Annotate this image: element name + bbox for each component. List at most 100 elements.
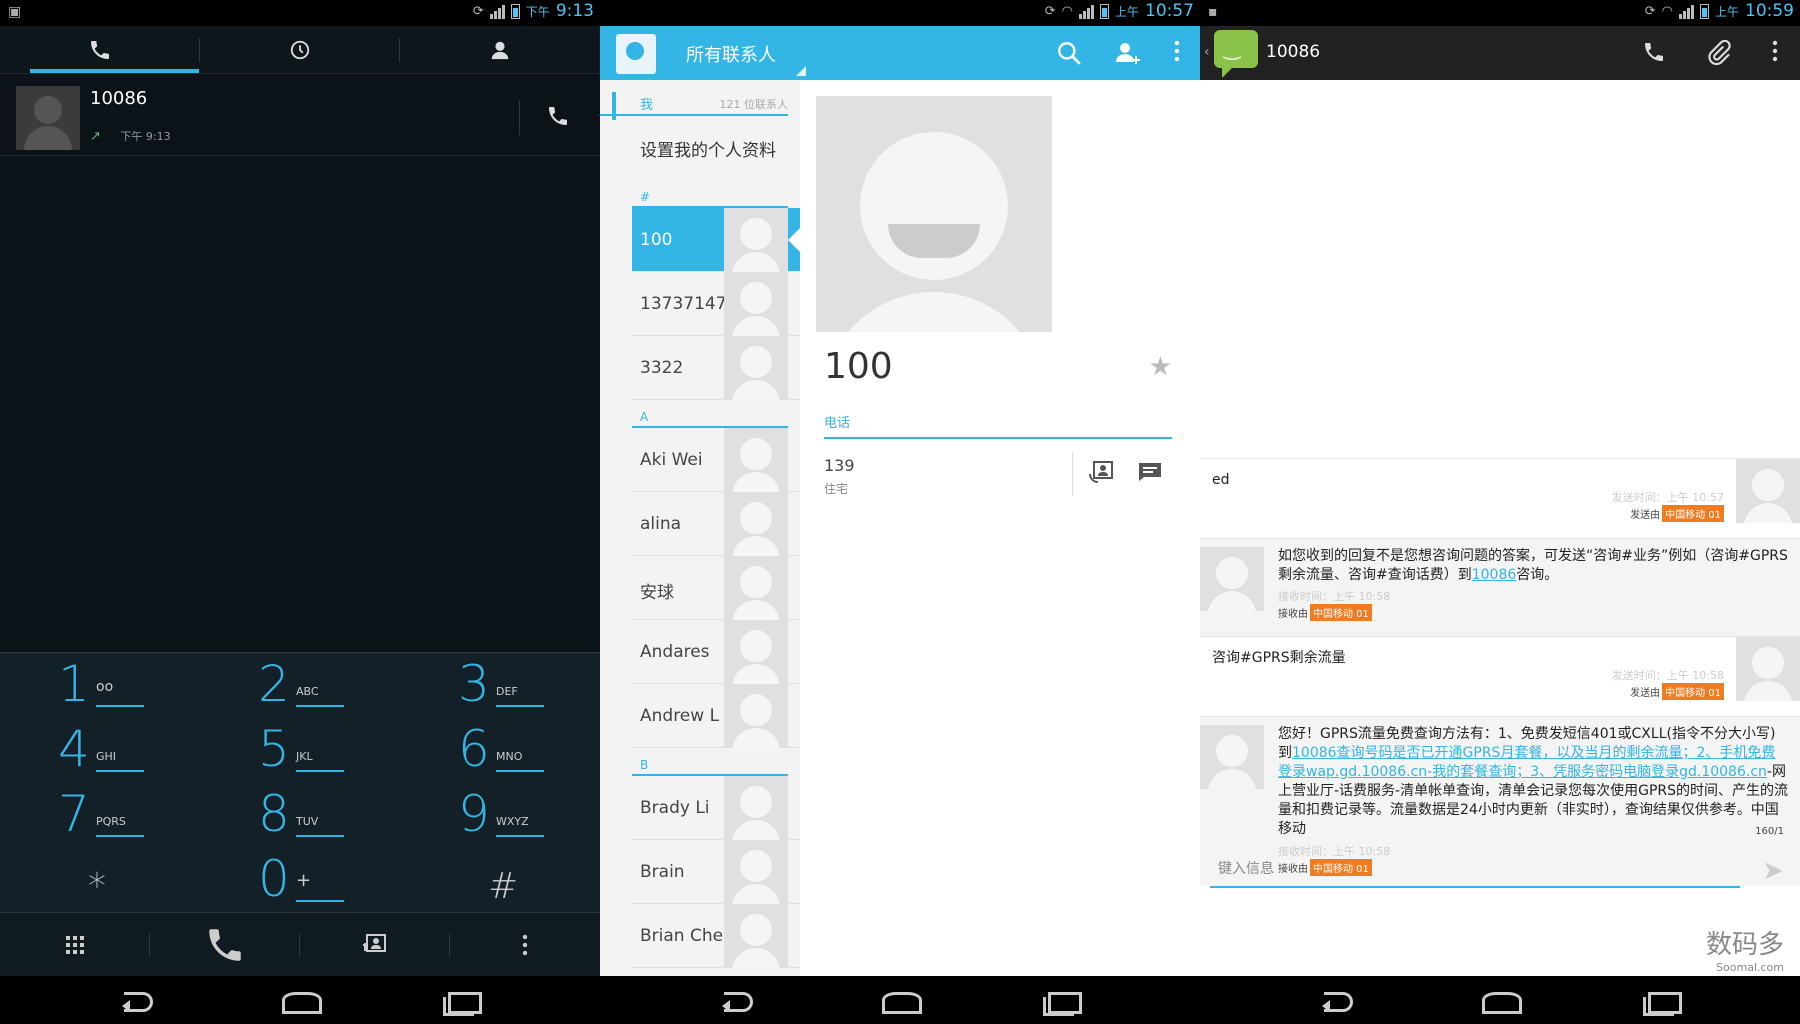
operator-badge: 中国移动 01 xyxy=(1310,604,1372,621)
key-8[interactable]: 8 TUV xyxy=(200,783,400,848)
list-item[interactable]: Brady Li xyxy=(632,776,800,840)
contacts-app-icon[interactable] xyxy=(616,34,656,74)
recent-apps-icon[interactable] xyxy=(1040,986,1082,1016)
tab-contacts[interactable] xyxy=(400,26,600,73)
contact-photo[interactable] xyxy=(816,96,1052,332)
message-time: 发送时间：上午 10:57 xyxy=(1611,491,1724,504)
dial-keypad: 1 oo 2 ABC 3 DEF 4 GHI 5 JKL 6 MNO 7 PQRS 8 TUV … xyxy=(0,652,600,912)
key-hash[interactable]: # xyxy=(400,848,600,913)
overflow-icon[interactable] xyxy=(1174,40,1180,62)
character-counter: 160/1 xyxy=(1755,826,1784,837)
call-contact-icon[interactable] xyxy=(1088,460,1114,490)
message-via: 接收由 中国移动 01 xyxy=(1278,604,1372,621)
key-7[interactable]: 7 PQRS xyxy=(0,783,200,848)
message-bubble[interactable]: 咨询#GPRS剩余流量 发送时间：上午 10:58 发送由 中国移动 01 xyxy=(1200,636,1800,716)
phone-icon xyxy=(549,107,567,125)
home-icon[interactable] xyxy=(280,986,322,1014)
key-4[interactable]: 4 GHI xyxy=(0,718,200,783)
list-item[interactable]: Brian Che xyxy=(632,904,800,968)
avatar xyxy=(724,904,788,968)
navigation-bar xyxy=(0,976,600,1024)
search-icon[interactable] xyxy=(1056,40,1082,66)
sync-icon: ⟳ xyxy=(1644,3,1656,19)
message-text: ed xyxy=(1212,472,1230,488)
list-item[interactable]: Andrew L xyxy=(632,684,800,748)
section-header-hash: # xyxy=(632,180,788,208)
dialer-tabs xyxy=(0,26,600,74)
message-link[interactable]: 10086 xyxy=(1472,567,1517,583)
avatar xyxy=(724,428,788,492)
phone-type: 住宅 xyxy=(824,482,849,496)
dialer-screen: ▣ ⟳ 下午 9:13 10086 ↗ 下午 9:13 1 oo 2 ABC 3… xyxy=(0,0,600,1024)
status-bar: ⟳ ◠ 上午 10:57 xyxy=(600,0,1200,26)
operator-badge: 中国移动 01 xyxy=(1662,505,1724,522)
home-icon[interactable] xyxy=(1480,986,1522,1014)
key-9[interactable]: 9 WXYZ xyxy=(400,783,600,848)
back-caret-icon[interactable]: ‹ xyxy=(1204,44,1210,60)
me-section-header: 我 121 位联系人 xyxy=(600,80,788,116)
add-contact-button[interactable] xyxy=(300,913,450,976)
navigation-bar xyxy=(1200,976,1800,1024)
add-contact-icon[interactable] xyxy=(1114,40,1142,66)
dialpad-toggle-button[interactable] xyxy=(0,913,150,976)
contact-detail-pane: 100 ★ 电话 139 住宅 xyxy=(800,80,1200,976)
recent-apps-icon[interactable] xyxy=(1640,986,1682,1016)
status-ampm: 上午 xyxy=(1714,4,1739,19)
list-item[interactable]: 3322 xyxy=(632,336,800,400)
contacts-filter-dropdown[interactable]: 所有联系人 xyxy=(686,41,776,67)
tab-call-log[interactable] xyxy=(200,26,400,73)
message-text: 咨询#GPRS剩余流量 xyxy=(1212,650,1346,666)
call-back-button[interactable] xyxy=(546,104,570,132)
list-item[interactable]: 13737147 xyxy=(632,272,800,336)
key-star[interactable]: * xyxy=(0,848,200,913)
message-link[interactable]: 10086查询号码是否已开通GPRS月套餐，以及当月的剩余流量；2、手机免费登录… xyxy=(1278,745,1775,780)
phone-section-header: 电话 xyxy=(824,412,1172,439)
recent-apps-icon[interactable] xyxy=(440,986,482,1016)
tab-phone[interactable] xyxy=(0,26,200,73)
list-item[interactable]: alina xyxy=(632,492,800,556)
signal-icon xyxy=(1078,3,1094,19)
avatar xyxy=(724,776,788,840)
status-bar: ▪ ⟳ ◠ 上午 10:59 xyxy=(1200,0,1800,26)
message-input[interactable] xyxy=(1210,852,1740,886)
contact-name: 100 xyxy=(824,346,893,387)
list-item[interactable]: 100 xyxy=(632,208,800,272)
key-0[interactable]: 0 + xyxy=(200,848,400,913)
phone-icon[interactable] xyxy=(1642,40,1666,64)
screenshot-icon: ▣ xyxy=(8,4,22,20)
list-item[interactable]: Aki Wei xyxy=(632,428,800,492)
key-6[interactable]: 6 MNO xyxy=(400,718,600,783)
list-item[interactable]: 安球 xyxy=(632,556,800,620)
key-2[interactable]: 2 ABC xyxy=(200,653,400,718)
overflow-menu-button[interactable] xyxy=(450,913,600,976)
phone-number[interactable]: 139 xyxy=(824,456,855,475)
key-5[interactable]: 5 JKL xyxy=(200,718,400,783)
image-icon: ▪ xyxy=(1208,4,1218,20)
signal-icon xyxy=(489,3,505,19)
recent-call-row[interactable]: 10086 ↗ 下午 9:13 xyxy=(0,76,600,156)
section-header-b: B xyxy=(632,748,788,776)
list-item[interactable]: Andares xyxy=(632,620,800,684)
message-icon[interactable] xyxy=(1138,462,1162,487)
message-thread[interactable]: ed 发送时间：上午 10:57 发送由 中国移动 01 如您收到的回复不是您想咨… xyxy=(1200,80,1800,976)
back-icon[interactable] xyxy=(120,986,160,1014)
key-3[interactable]: 3 DEF xyxy=(400,653,600,718)
message-bubble[interactable]: 如您收到的回复不是您想咨询问题的答案，可发送“咨询#业务”例如（咨询#GPRS剩… xyxy=(1200,538,1800,636)
message-bubble[interactable]: ed 发送时间：上午 10:57 发送由 中国移动 01 xyxy=(1200,458,1800,538)
list-item[interactable]: Brain xyxy=(632,840,800,904)
status-time: 10:57 xyxy=(1145,1,1194,21)
messaging-app-icon[interactable]: ‿ xyxy=(1214,30,1258,78)
overflow-icon[interactable] xyxy=(1772,40,1778,62)
status-time: 10:59 xyxy=(1745,1,1794,21)
contact-list[interactable]: 我 121 位联系人 设置我的个人资料 # 100 13737147 3322 … xyxy=(600,80,800,976)
back-icon[interactable] xyxy=(720,986,760,1014)
send-icon[interactable]: ➤ xyxy=(1762,856,1784,886)
set-profile-item[interactable]: 设置我的个人资料 xyxy=(600,116,800,180)
avatar xyxy=(16,86,80,150)
back-icon[interactable] xyxy=(1320,986,1360,1014)
key-1[interactable]: 1 oo xyxy=(0,653,200,718)
star-icon[interactable]: ★ xyxy=(1149,352,1172,382)
home-icon[interactable] xyxy=(880,986,922,1014)
dial-call-button[interactable] xyxy=(150,913,300,976)
attachment-icon[interactable] xyxy=(1706,40,1732,66)
